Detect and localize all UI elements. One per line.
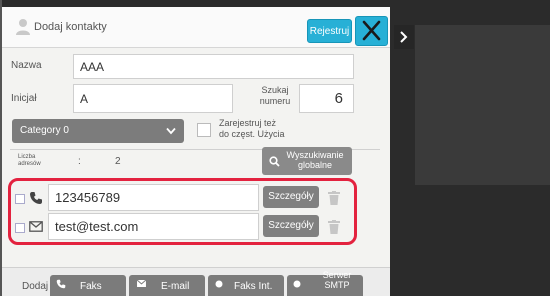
smtp-server-icon bbox=[293, 280, 301, 288]
tab-internet-fax-label: Faks Int. bbox=[234, 281, 273, 292]
register-button[interactable]: Rejestruj bbox=[307, 19, 352, 43]
address-count-label: Liczba adresów bbox=[18, 154, 41, 168]
initial-label: Inicjał bbox=[11, 93, 37, 104]
internet-fax-icon bbox=[215, 280, 223, 288]
global-search-button[interactable]: Wyszukiwanie globalne bbox=[262, 147, 352, 175]
tab-email-label: E-mail bbox=[161, 281, 190, 292]
tab-internet-fax[interactable]: Faks Int. bbox=[208, 275, 284, 296]
quick-search-label: Szukaj numeru bbox=[254, 85, 296, 107]
name-label: Nazwa bbox=[11, 60, 42, 71]
address-count-label-line2: adresów bbox=[18, 161, 41, 167]
name-input[interactable]: AAA bbox=[73, 54, 354, 79]
search-icon bbox=[269, 156, 280, 167]
quick-search-value: 6 bbox=[334, 90, 343, 107]
tab-smtp-server[interactable]: Serwer SMTP bbox=[287, 270, 363, 296]
name-value: AAA bbox=[80, 59, 105, 74]
close-button[interactable] bbox=[355, 16, 388, 46]
chevron-right-icon bbox=[400, 31, 408, 43]
frequent-use-label-line1: Zarejestruj też bbox=[219, 118, 277, 128]
address-count-separator: : bbox=[78, 156, 81, 167]
category-select[interactable]: Category 0 bbox=[12, 119, 184, 143]
fax-icon bbox=[56, 279, 66, 289]
quick-search-number-input[interactable]: 6 bbox=[299, 84, 354, 113]
footer-bar: Dodaj Faks E-mail Faks Int. Serwer SMTP bbox=[2, 267, 390, 296]
initial-input[interactable]: A bbox=[73, 84, 233, 113]
expand-panel-button[interactable] bbox=[394, 25, 414, 49]
quick-search-label-line1: Szukaj bbox=[261, 85, 289, 95]
dialog-header: Dodaj kontakty Rejestruj bbox=[2, 7, 390, 48]
initial-value: A bbox=[80, 91, 89, 106]
address-count-value: 2 bbox=[115, 156, 121, 167]
highlight-frame bbox=[8, 178, 357, 245]
dialog-title: Dodaj kontakty bbox=[34, 21, 107, 33]
tab-smtp-label-line2: SMTP bbox=[324, 280, 350, 290]
frequent-use-label: Zarejestruj też do częst. Użycia bbox=[219, 118, 285, 140]
tab-fax[interactable]: Faks bbox=[50, 275, 126, 296]
email-icon bbox=[137, 280, 146, 287]
tab-fax-label: Faks bbox=[80, 281, 102, 292]
global-search-label-line1: Wyszukiwanie bbox=[286, 150, 344, 160]
preview-area bbox=[415, 25, 550, 185]
tab-email[interactable]: E-mail bbox=[129, 275, 205, 296]
close-icon bbox=[362, 20, 381, 41]
person-icon bbox=[16, 19, 30, 35]
tab-smtp-server-label: Serwer SMTP bbox=[315, 270, 359, 290]
add-label: Dodaj bbox=[22, 281, 49, 292]
quick-search-label-line2: numeru bbox=[259, 96, 291, 106]
frequent-use-label-line2: do częst. Użycia bbox=[219, 129, 285, 139]
global-search-label-line2: globalne bbox=[297, 160, 333, 170]
address-count-label-line1: Liczba bbox=[18, 154, 36, 160]
frequent-use-checkbox[interactable] bbox=[197, 123, 211, 137]
chevron-down-icon bbox=[166, 127, 176, 135]
tab-smtp-label-line1: Serwer bbox=[322, 270, 352, 280]
add-contacts-dialog: Dodaj kontakty Rejestruj Nazwa AAA Inicj… bbox=[2, 7, 390, 296]
category-value: Category 0 bbox=[20, 125, 69, 136]
